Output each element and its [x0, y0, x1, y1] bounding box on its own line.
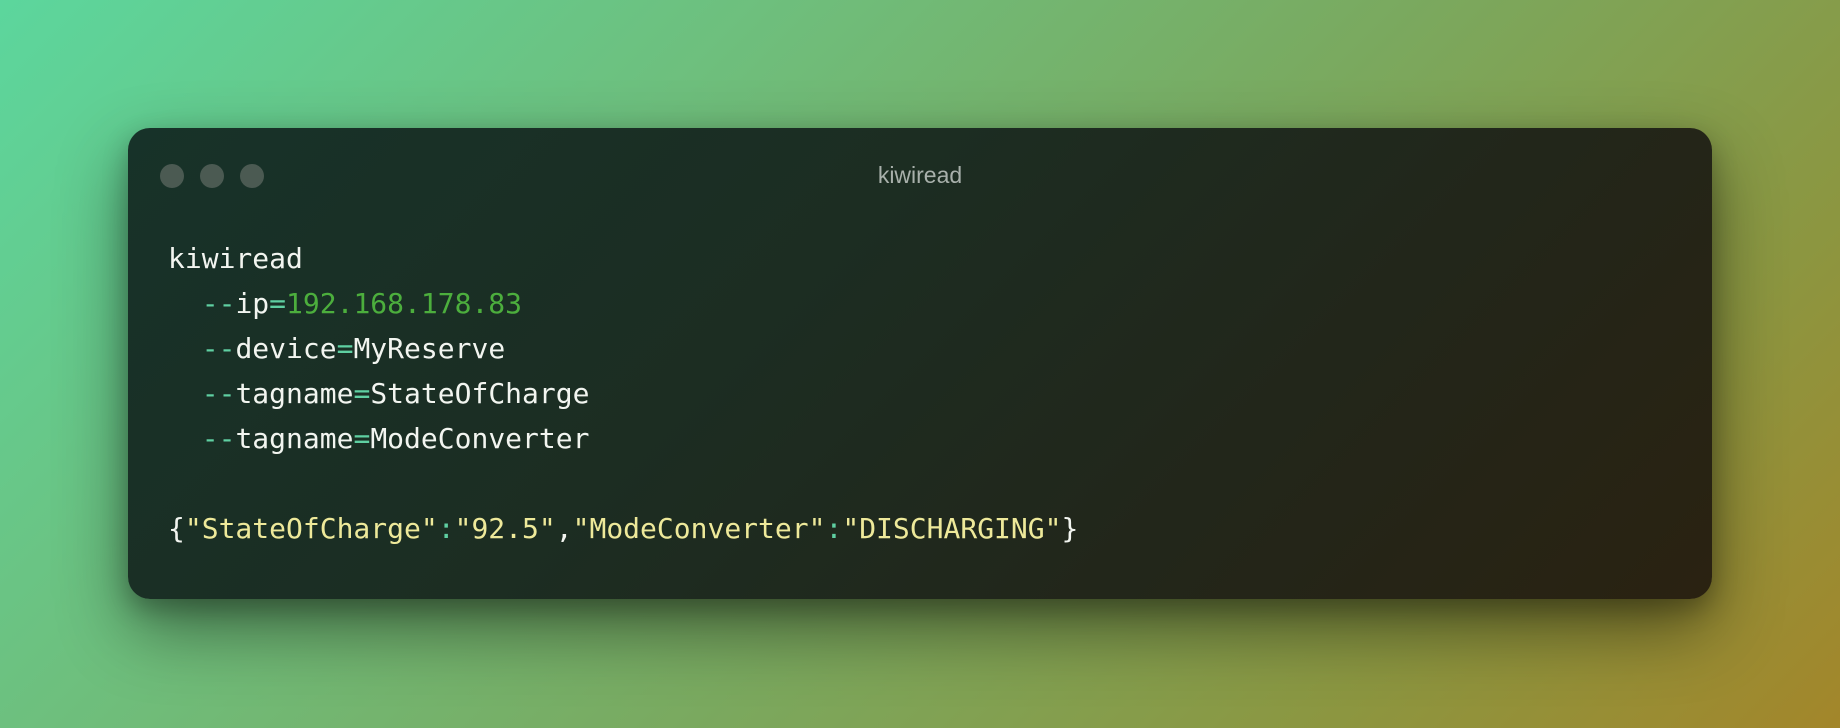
- arg-prefix: --: [201, 287, 236, 320]
- json-comma: ,: [555, 512, 573, 545]
- arg-value: 192.168.178.83: [286, 287, 523, 320]
- arg-prefix: --: [201, 332, 236, 365]
- arg-flag: tagname: [235, 422, 354, 455]
- arg-line-device: --device=MyReserve: [168, 326, 1078, 371]
- arg-flag: ip: [235, 287, 270, 320]
- arg-line-tagname-2: --tagname=ModeConverter: [168, 416, 1078, 461]
- arg-equals: =: [269, 287, 287, 320]
- json-open-brace: {: [168, 512, 185, 545]
- json-colon: :: [825, 512, 843, 545]
- arg-line-ip: --ip=192.168.178.83: [168, 281, 1078, 326]
- arg-flag: tagname: [235, 377, 354, 410]
- json-output-line: {"StateOfCharge":"92.5","ModeConverter":…: [168, 506, 1078, 551]
- json-value: "92.5": [454, 512, 556, 545]
- arg-value: MyReserve: [353, 332, 506, 365]
- command-line: kiwiread: [168, 236, 1078, 281]
- arg-value: ModeConverter: [370, 422, 590, 455]
- command-name: kiwiread: [168, 242, 303, 275]
- arg-equals: =: [336, 332, 354, 365]
- json-key: "StateOfCharge": [184, 512, 438, 545]
- json-colon: :: [437, 512, 455, 545]
- window-title: kiwiread: [877, 162, 963, 188]
- json-key: "ModeConverter": [572, 512, 826, 545]
- json-value: "DISCHARGING": [842, 512, 1062, 545]
- arg-flag: device: [235, 332, 337, 365]
- json-close-brace: }: [1061, 512, 1079, 545]
- code-block: kiwiread --ip=192.168.178.83 --device=My…: [168, 236, 1078, 551]
- arg-equals: =: [353, 377, 371, 410]
- arg-equals: =: [353, 422, 371, 455]
- arg-value: StateOfCharge: [370, 377, 590, 410]
- arg-prefix: --: [201, 422, 236, 455]
- arg-line-tagname-1: --tagname=StateOfCharge: [168, 371, 1078, 416]
- arg-prefix: --: [201, 377, 236, 410]
